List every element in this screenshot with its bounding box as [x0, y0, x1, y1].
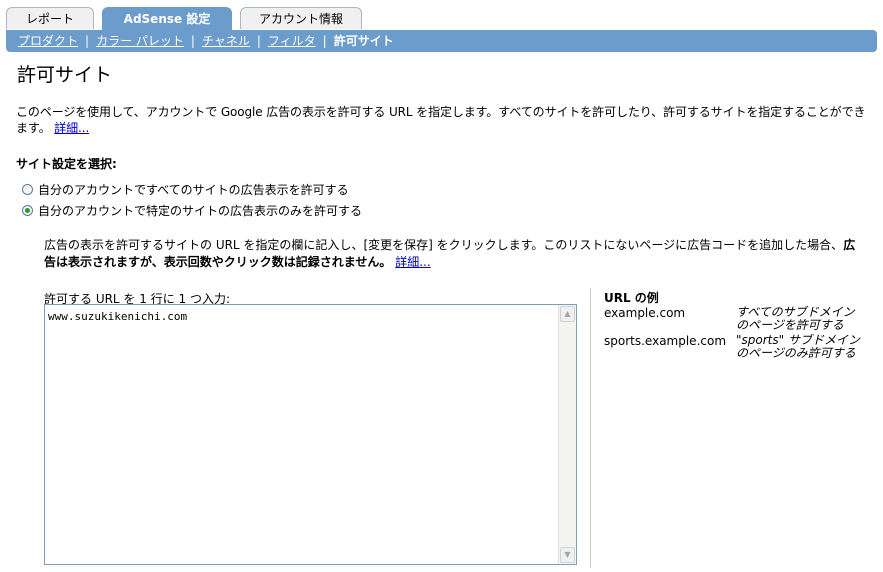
- subnav-separator: |: [256, 34, 261, 48]
- sub-navigation: プロダクト | カラー パレット | チャネル | フィルタ | 許可サイト: [6, 30, 877, 52]
- example-url: example.com: [604, 306, 686, 320]
- allowed-urls-textarea[interactable]: www.suzukikenichi.com ▲ ▼: [44, 304, 577, 565]
- column-divider: [590, 288, 591, 568]
- tab-account-info[interactable]: アカウント情報: [240, 7, 362, 29]
- instructions-part1: 広告の表示を許可するサイトの URL を指定の欄に記入し、[変更を保存] をクリ…: [44, 238, 844, 252]
- example-url: sports.example.com: [604, 334, 727, 348]
- subnav-products[interactable]: プロダクト: [18, 34, 78, 48]
- tab-report[interactable]: レポート: [6, 7, 94, 29]
- radio-allow-specific-sites[interactable]: 自分のアカウントで特定のサイトの広告表示のみを許可する: [22, 202, 362, 219]
- radio-allow-all-label: 自分のアカウントですべてのサイトの広告表示を許可する: [38, 183, 349, 197]
- page-title: 許可サイト: [17, 64, 113, 86]
- adsense-allowed-sites-page: レポート AdSense 設定 アカウント情報 プロダクト | カラー パレット | チ…: [0, 0, 883, 572]
- allowed-urls-value: www.suzukikenichi.com: [48, 310, 188, 323]
- intro-text: このページを使用して、アカウントで Google 広告の表示を許可する URL …: [16, 104, 866, 136]
- subnav-filter[interactable]: フィルタ: [268, 34, 316, 48]
- scroll-up-icon[interactable]: ▲: [560, 306, 575, 322]
- instructions-details-link[interactable]: 詳細...: [395, 255, 430, 269]
- example-description: すべてのサブドメインのページを許可する: [736, 305, 855, 332]
- radio-checked-icon[interactable]: [22, 205, 33, 216]
- subnav-color-palette[interactable]: カラー パレット: [96, 34, 184, 48]
- subnav-separator: |: [190, 34, 195, 48]
- intro-description: このページを使用して、アカウントで Google 広告の表示を許可する URL …: [16, 105, 866, 135]
- subnav-separator: |: [322, 34, 327, 48]
- radio-allow-specific-label: 自分のアカウントで特定のサイトの広告表示のみを許可する: [38, 204, 363, 218]
- subnav-separator: |: [85, 34, 90, 48]
- site-setting-label: サイト設定を選択:: [16, 157, 117, 171]
- main-tabs: レポート AdSense 設定 アカウント情報: [6, 7, 362, 30]
- radio-allow-all-sites[interactable]: 自分のアカウントですべてのサイトの広告表示を許可する: [22, 181, 349, 198]
- instructions-text: 広告の表示を許可するサイトの URL を指定の欄に記入し、[変更を保存] をクリ…: [44, 237, 864, 271]
- scroll-down-icon[interactable]: ▼: [560, 547, 575, 563]
- intro-details-link[interactable]: 詳細...: [54, 121, 89, 135]
- textarea-scrollbar[interactable]: ▲ ▼: [558, 305, 576, 564]
- subnav-channels[interactable]: チャネル: [202, 34, 250, 48]
- subnav-allowed-sites-current: 許可サイト: [333, 34, 394, 48]
- tab-adsense-settings[interactable]: AdSense 設定: [102, 7, 232, 30]
- radio-unchecked-icon[interactable]: [22, 184, 33, 195]
- url-examples-title: URL の例: [604, 291, 659, 305]
- example-description: "sports" サブドメインのページのみ許可する: [736, 333, 860, 360]
